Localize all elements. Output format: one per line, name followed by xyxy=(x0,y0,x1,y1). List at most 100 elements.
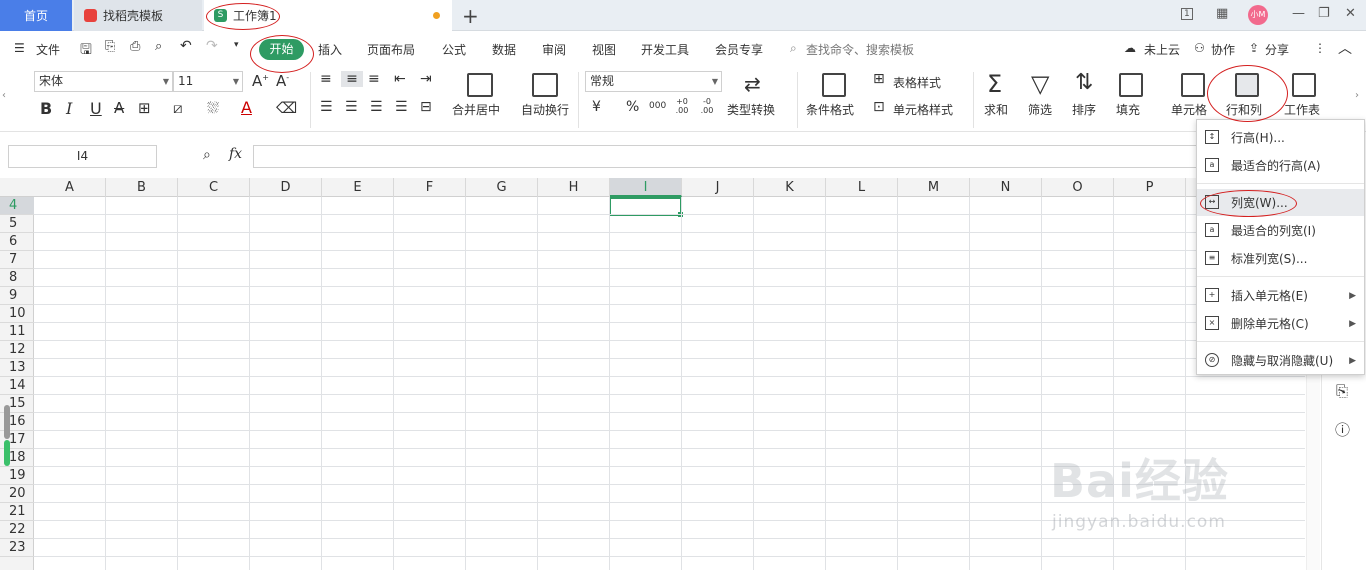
restore-icon[interactable]: ❐ xyxy=(1318,6,1330,21)
tab-template-store[interactable]: 找稻壳模板 xyxy=(74,0,202,31)
filter-icon[interactable]: ▽ xyxy=(1031,70,1049,98)
percent-icon[interactable]: % xyxy=(626,99,639,115)
row-header[interactable]: 23 xyxy=(0,539,34,557)
tab-home[interactable]: 首页 xyxy=(0,0,72,31)
tab-member[interactable]: 会员专享 xyxy=(715,41,763,58)
close-icon[interactable]: ✕ xyxy=(1345,6,1356,21)
font-color-icon[interactable]: A xyxy=(241,98,252,117)
table-style-button[interactable]: 表格样式 xyxy=(893,74,941,91)
merge-center-button[interactable]: 合并居中 xyxy=(452,101,500,118)
underline-button[interactable]: U xyxy=(90,99,102,118)
align-top-icon[interactable]: ≡ xyxy=(320,71,332,87)
menu-item-autofit-row[interactable]: a 最适合的行高(A) xyxy=(1197,152,1364,179)
row-header[interactable]: 5 xyxy=(0,215,34,233)
column-header[interactable]: D xyxy=(250,178,322,197)
menu-item-autofit-column[interactable]: a 最适合的列宽(I) xyxy=(1197,217,1364,244)
row-header[interactable]: 4 xyxy=(0,197,34,215)
menu-item-hide-unhide[interactable]: ⊘ 隐藏与取消隐藏(U) ▶ xyxy=(1197,347,1364,374)
book-search-icon[interactable]: ⎘ xyxy=(1336,382,1348,400)
tab-formula[interactable]: 公式 xyxy=(442,41,466,58)
column-header[interactable]: L xyxy=(826,178,898,197)
indent-increase-icon[interactable]: ⇥ xyxy=(420,71,432,87)
column-header[interactable]: B xyxy=(106,178,178,197)
undo-icon[interactable]: ↶ xyxy=(180,38,192,54)
column-header[interactable]: J xyxy=(682,178,754,197)
menu-item-row-height[interactable]: ↕ 行高(H)... xyxy=(1197,124,1364,151)
avatar[interactable]: 小M xyxy=(1248,5,1268,25)
print-icon[interactable]: ⎙ xyxy=(130,39,140,54)
wrap-text-button[interactable]: 自动换行 xyxy=(521,101,569,118)
worksheet-icon[interactable] xyxy=(1292,73,1316,97)
file-menu[interactable]: 文件 xyxy=(36,41,60,58)
sort-button[interactable]: 排序 xyxy=(1072,101,1096,118)
sum-icon[interactable]: Σ xyxy=(987,70,1002,98)
share-button[interactable]: 分享 xyxy=(1265,41,1289,58)
sum-button[interactable]: 求和 xyxy=(984,101,1008,118)
menu-item-standard-width[interactable]: ≡ 标准列宽(S)... xyxy=(1197,245,1364,272)
export-icon[interactable]: ⎘ xyxy=(105,39,115,54)
minimize-icon[interactable]: — xyxy=(1292,6,1305,21)
column-header[interactable]: G xyxy=(466,178,538,197)
cell-style-button[interactable]: 单元格样式 xyxy=(893,101,953,118)
more-quick-icon[interactable]: ▾ xyxy=(234,40,239,50)
tab-insert[interactable]: 插入 xyxy=(318,41,342,58)
row-header[interactable]: 13 xyxy=(0,359,34,377)
column-header[interactable]: P xyxy=(1114,178,1186,197)
collapse-ribbon-icon[interactable]: ︿ xyxy=(1338,38,1352,58)
redo-icon[interactable]: ↷ xyxy=(206,38,218,54)
align-bottom-icon[interactable]: ≡ xyxy=(368,71,380,87)
preview-icon[interactable]: ⌕ xyxy=(155,39,162,54)
conditional-format-button[interactable]: 条件格式 xyxy=(806,101,854,118)
worksheet-button[interactable]: 工作表 xyxy=(1284,101,1320,118)
column-header[interactable]: O xyxy=(1042,178,1114,197)
formula-input[interactable] xyxy=(253,145,1303,168)
fill-color-icon[interactable]: ⛆ xyxy=(207,99,219,117)
wrap-text-icon[interactable] xyxy=(532,73,558,97)
row-header[interactable]: 6 xyxy=(0,233,34,251)
column-header[interactable]: I xyxy=(610,178,682,197)
bold-button[interactable]: B xyxy=(40,99,52,118)
row-header[interactable]: 8 xyxy=(0,269,34,287)
align-right-icon[interactable]: ☰ xyxy=(370,99,383,115)
thousands-icon[interactable]: 000 xyxy=(649,101,666,111)
column-header[interactable]: E xyxy=(322,178,394,197)
cell-format-icon[interactable]: ⧄ xyxy=(173,99,183,117)
currency-icon[interactable]: ¥ xyxy=(592,99,601,115)
column-header[interactable]: K xyxy=(754,178,826,197)
row-header[interactable]: 9 xyxy=(0,287,34,305)
tab-view[interactable]: 视图 xyxy=(592,41,616,58)
layout-icon[interactable]: 1 xyxy=(1181,8,1193,20)
strikethrough-icon[interactable]: A xyxy=(114,99,124,117)
row-header[interactable]: 10 xyxy=(0,305,34,323)
column-header[interactable]: M xyxy=(898,178,970,197)
font-size-select[interactable]: 11 ▼ xyxy=(173,71,243,92)
save-icon[interactable]: 🖫 xyxy=(80,39,92,63)
new-tab-icon[interactable]: + xyxy=(462,4,479,28)
decrease-decimal-icon[interactable]: -0 .00 xyxy=(698,97,716,115)
row-header[interactable]: 14 xyxy=(0,377,34,395)
merge-center-icon[interactable] xyxy=(467,73,493,97)
cell-button[interactable]: 单元格 xyxy=(1171,101,1207,118)
row-header[interactable]: 11 xyxy=(0,323,34,341)
row-header[interactable]: 19 xyxy=(0,467,34,485)
fill-button[interactable]: 填充 xyxy=(1116,101,1140,118)
menu-item-delete-cell[interactable]: × 删除单元格(C) ▶ xyxy=(1197,310,1364,337)
collab-button[interactable]: 协作 xyxy=(1211,41,1235,58)
align-left-icon[interactable]: ☰ xyxy=(320,99,333,115)
tab-developer[interactable]: 开发工具 xyxy=(641,41,689,58)
row-header[interactable]: 7 xyxy=(0,251,34,269)
border-icon[interactable]: ⊞ xyxy=(138,99,151,117)
fill-icon[interactable] xyxy=(1119,73,1143,97)
indent-decrease-icon[interactable]: ⇤ xyxy=(394,71,406,87)
italic-button[interactable]: I xyxy=(66,99,72,118)
row-header[interactable]: 22 xyxy=(0,521,34,539)
name-box[interactable]: I4 xyxy=(8,145,157,168)
filter-button[interactable]: 筛选 xyxy=(1028,101,1052,118)
increase-decimal-icon[interactable]: +0 .00 xyxy=(673,97,691,115)
align-center-icon[interactable]: ☰ xyxy=(345,99,358,115)
column-header[interactable]: C xyxy=(178,178,250,197)
fx-icon[interactable]: fx xyxy=(229,146,242,162)
convert-icon[interactable]: ⇄ xyxy=(744,72,761,96)
help-icon[interactable]: ⓘ xyxy=(1335,419,1350,440)
cell-icon[interactable] xyxy=(1181,73,1205,97)
